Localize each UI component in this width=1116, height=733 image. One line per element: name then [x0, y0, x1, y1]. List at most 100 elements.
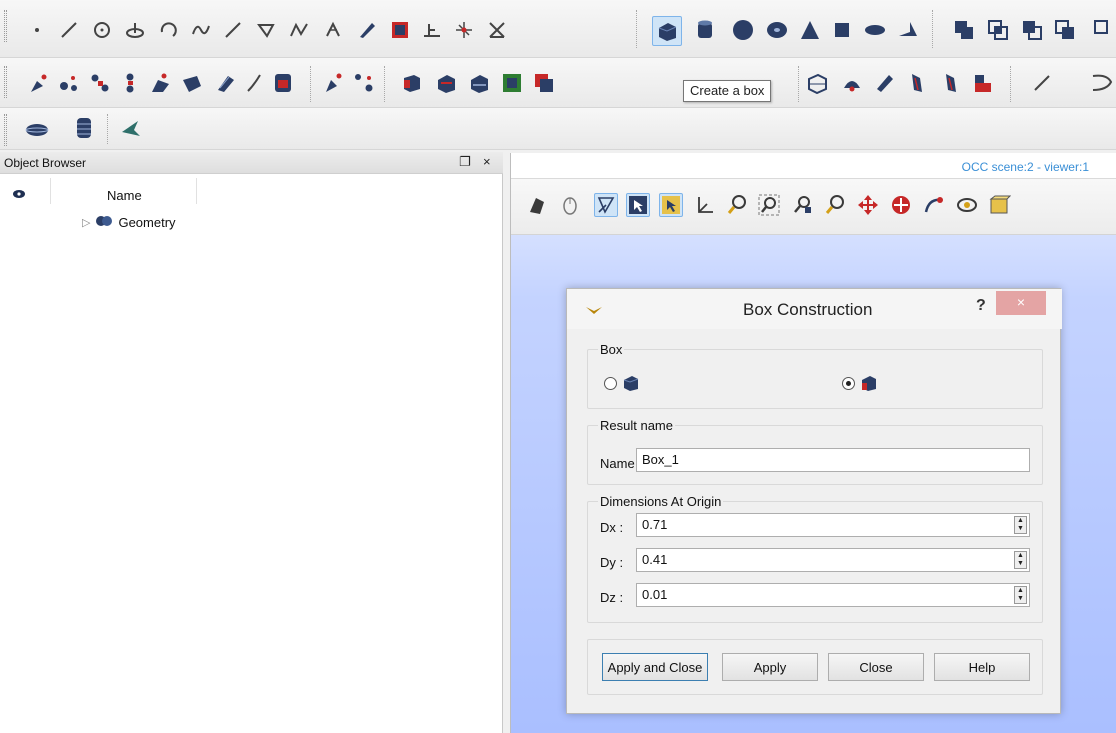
- edge-icon[interactable]: [1030, 71, 1054, 95]
- local-cs-icon[interactable]: [420, 18, 444, 42]
- pipe-icon[interactable]: [118, 71, 142, 95]
- apply-and-close-button[interactable]: Apply and Close: [602, 653, 708, 681]
- filling-icon[interactable]: [88, 71, 112, 95]
- ellipse-icon[interactable]: [123, 18, 147, 42]
- fillet-1d-icon[interactable]: [905, 71, 929, 95]
- dz-spin-arrows[interactable]: ▲ ▼: [1014, 586, 1027, 604]
- float-icon[interactable]: ❐: [459, 154, 471, 170]
- revolution-icon[interactable]: [57, 71, 81, 95]
- marker-icon[interactable]: [452, 18, 476, 42]
- tree-item-geometry[interactable]: ▷ Geometry: [82, 214, 176, 231]
- torus-primitive-icon[interactable]: [765, 18, 789, 42]
- plane-primitive-icon[interactable]: [895, 18, 919, 42]
- curve-icon[interactable]: [189, 18, 213, 42]
- toolbar-grip[interactable]: [4, 66, 7, 98]
- dz-value: 0.01: [642, 587, 668, 602]
- extrusion-icon[interactable]: [27, 71, 51, 95]
- visibility-eye-icon[interactable]: [13, 186, 25, 201]
- apply-button[interactable]: Apply: [722, 653, 818, 681]
- isoline-icon[interactable]: [321, 18, 345, 42]
- glue-icon[interactable]: [352, 71, 376, 95]
- view-front-icon[interactable]: [988, 193, 1012, 217]
- column-divider[interactable]: [50, 178, 51, 204]
- global-pan-icon[interactable]: [889, 193, 913, 217]
- dialog-title-bar[interactable]: Box Construction ? ×: [567, 289, 1062, 329]
- sphere-primitive-icon[interactable]: [731, 18, 755, 42]
- preselection-icon[interactable]: [626, 193, 650, 217]
- polyline-icon[interactable]: [287, 18, 311, 42]
- shape-process-icon[interactable]: [120, 117, 144, 141]
- rotation-icon[interactable]: [922, 193, 946, 217]
- mirror-icon[interactable]: [467, 71, 491, 95]
- help-button[interactable]: Help: [934, 653, 1030, 681]
- fuse-icon[interactable]: [952, 18, 976, 42]
- axes-icon[interactable]: [485, 18, 509, 42]
- arc-icon[interactable]: [156, 18, 180, 42]
- dy-spinbox[interactable]: 0.41 ▲ ▼: [636, 548, 1030, 572]
- rectangle-primitive-icon[interactable]: [830, 18, 854, 42]
- mouse-mode-icon[interactable]: [558, 193, 582, 217]
- partition-icon[interactable]: [1092, 18, 1116, 42]
- position-icon[interactable]: [805, 71, 829, 95]
- box-primitive-icon[interactable]: [652, 16, 682, 46]
- selection-icon[interactable]: [659, 193, 683, 217]
- box-by-dimensions-radio[interactable]: [842, 377, 855, 390]
- result-name-input[interactable]: Box_1: [636, 448, 1030, 472]
- sketch-icon[interactable]: [1090, 71, 1114, 95]
- section-icon[interactable]: [1053, 18, 1077, 42]
- wire-icon[interactable]: [242, 71, 266, 95]
- face-icon[interactable]: [355, 18, 379, 42]
- axes-trihedron-icon[interactable]: [692, 193, 716, 217]
- dx-spinbox[interactable]: 0.71 ▲ ▼: [636, 513, 1030, 537]
- thickness-icon[interactable]: [148, 71, 172, 95]
- cone-primitive-icon[interactable]: [798, 18, 822, 42]
- dx-spin-arrows[interactable]: ▲ ▼: [1014, 516, 1027, 534]
- explode-icon[interactable]: [322, 71, 346, 95]
- plane-icon[interactable]: [254, 18, 278, 42]
- database-icon[interactable]: [72, 116, 96, 140]
- cylinder-primitive-icon[interactable]: [693, 18, 717, 42]
- scale-icon[interactable]: [500, 71, 524, 95]
- cut-2d-icon[interactable]: [971, 71, 995, 95]
- box-dimensions-icon: [860, 374, 878, 395]
- offset-icon[interactable]: [532, 71, 556, 95]
- pan-icon[interactable]: [856, 193, 880, 217]
- close-button[interactable]: Close: [828, 653, 924, 681]
- trihedron-icon[interactable]: [594, 193, 618, 217]
- group-icon[interactable]: [25, 118, 49, 142]
- translate-icon[interactable]: [400, 71, 424, 95]
- fillet-icon[interactable]: [840, 71, 864, 95]
- rotation-point-icon[interactable]: [955, 193, 979, 217]
- rectangle-icon[interactable]: [388, 18, 412, 42]
- rotate-icon[interactable]: [434, 71, 458, 95]
- column-divider[interactable]: [196, 178, 197, 204]
- circle-icon[interactable]: [90, 18, 114, 42]
- fit-all-icon[interactable]: [725, 193, 749, 217]
- vector-icon[interactable]: [221, 18, 245, 42]
- expand-arrow-icon[interactable]: ▷: [82, 216, 90, 229]
- box-by-two-points-radio[interactable]: [604, 377, 617, 390]
- toolbar-grip[interactable]: [4, 114, 7, 146]
- solid-icon[interactable]: [213, 71, 237, 95]
- fit-selection-icon[interactable]: [791, 193, 815, 217]
- toolbar-grip[interactable]: [4, 10, 7, 42]
- fit-area-icon[interactable]: [757, 193, 781, 217]
- disk-primitive-icon[interactable]: [863, 18, 887, 42]
- dialog-close-button[interactable]: ×: [996, 291, 1046, 315]
- point-icon[interactable]: [25, 18, 49, 42]
- dump-view-icon[interactable]: [525, 193, 549, 217]
- dz-spinbox[interactable]: 0.01 ▲ ▼: [636, 583, 1030, 607]
- shell-icon[interactable]: [180, 71, 204, 95]
- dialog-title: Box Construction: [743, 300, 873, 319]
- chamfer-icon[interactable]: [873, 71, 897, 95]
- close-icon[interactable]: ×: [483, 154, 491, 169]
- zoom-icon[interactable]: [823, 193, 847, 217]
- compound-icon[interactable]: [271, 71, 295, 95]
- fillet-2d-icon[interactable]: [939, 71, 963, 95]
- common-icon[interactable]: [986, 18, 1010, 42]
- cut-icon[interactable]: [1020, 18, 1044, 42]
- help-question-button[interactable]: ?: [976, 297, 986, 315]
- name-column-header[interactable]: Name: [107, 188, 142, 203]
- line-icon[interactable]: [57, 18, 81, 42]
- dy-spin-arrows[interactable]: ▲ ▼: [1014, 551, 1027, 569]
